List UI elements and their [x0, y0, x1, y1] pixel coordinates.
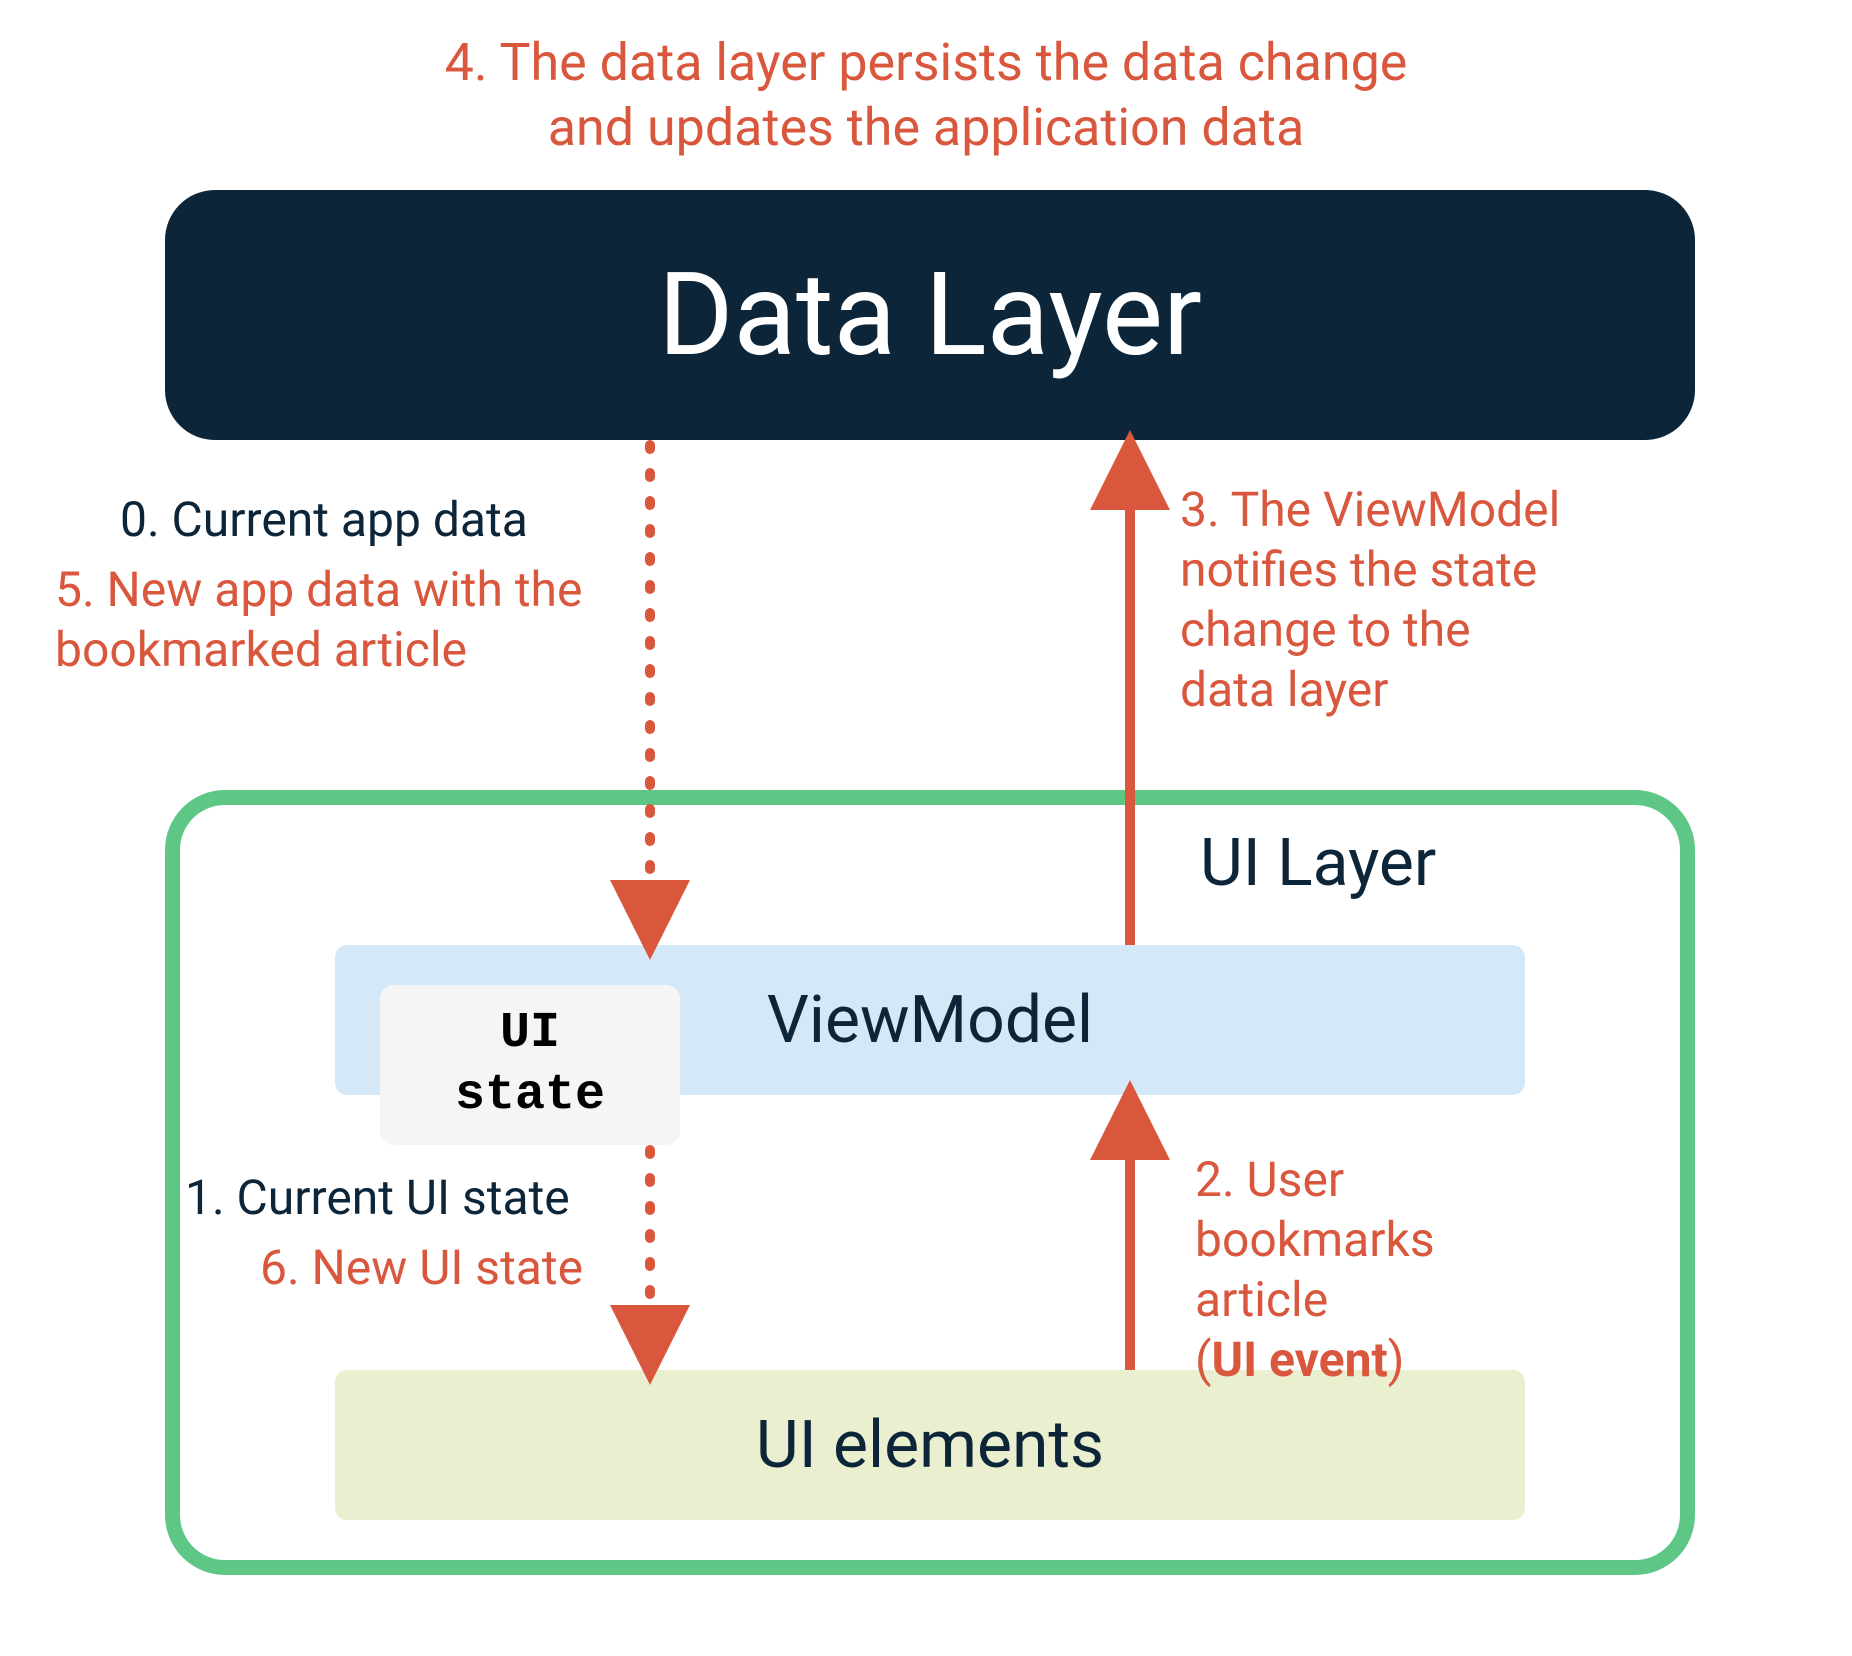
ui-state-line2: state	[455, 1067, 605, 1124]
step2-line1: 2. User	[1195, 1151, 1344, 1208]
data-layer-box: Data Layer	[165, 190, 1695, 440]
step4-line1: 4. The data layer persists the data chan…	[445, 32, 1408, 93]
step2-paren-open: (	[1195, 1331, 1211, 1388]
step3-line3: change to the	[1180, 601, 1471, 658]
step4-caption: 4. The data layer persists the data chan…	[0, 30, 1852, 160]
step0-label: 0. Current app data	[120, 490, 528, 550]
viewmodel-label: ViewModel	[767, 982, 1093, 1059]
step3-line2: notifies the state	[1180, 541, 1537, 598]
ui-state-line1: UI	[500, 1005, 560, 1062]
ui-state-chip: UI state	[380, 985, 680, 1145]
ui-elements-label: UI elements	[756, 1407, 1104, 1484]
step2-line2: bookmarks	[1195, 1211, 1435, 1268]
step3-label: 3. The ViewModel notifies the state chan…	[1180, 480, 1780, 720]
step5-line1: 5. New app data with the	[55, 561, 582, 618]
step3-line1: 3. The ViewModel	[1180, 481, 1560, 538]
ui-layer-label: UI Layer	[1200, 825, 1436, 902]
step5-label: 5. New app data with the bookmarked arti…	[55, 560, 655, 680]
step2-label: 2. User bookmarks article (UI event)	[1195, 1150, 1645, 1390]
step5-line2: bookmarked article	[55, 621, 467, 678]
step6-label: 6. New UI state	[260, 1238, 583, 1298]
step1-label: 1. Current UI state	[185, 1168, 570, 1228]
step2-line3: article	[1195, 1271, 1328, 1328]
data-layer-label: Data Layer	[658, 248, 1202, 383]
step4-line2: and updates the application data	[548, 97, 1304, 158]
step2-paren-close: )	[1388, 1331, 1405, 1388]
step2-uievent: UI event	[1211, 1331, 1387, 1388]
ui-elements-box: UI elements	[335, 1370, 1525, 1520]
step3-line4: data layer	[1180, 661, 1388, 718]
